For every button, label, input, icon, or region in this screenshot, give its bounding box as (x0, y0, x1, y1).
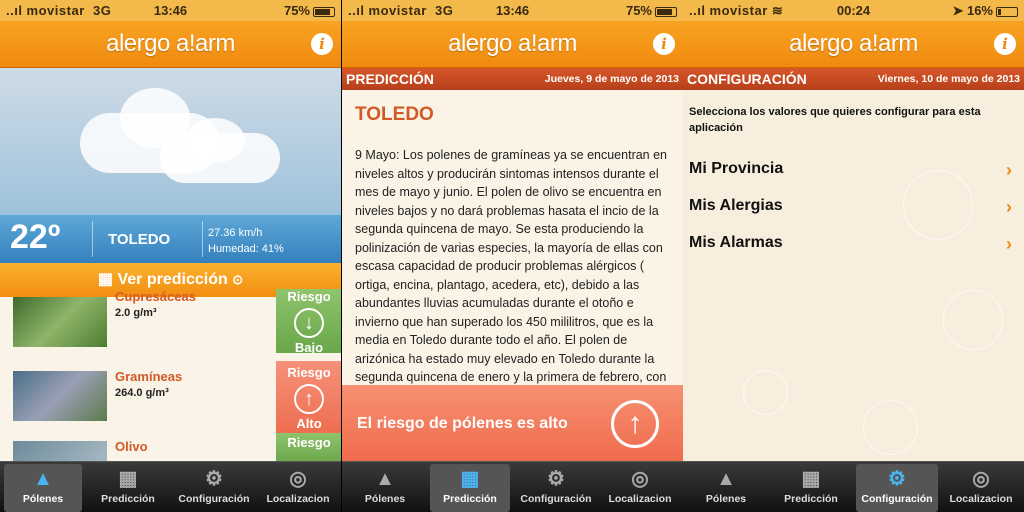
gears-icon: ⚙ (888, 468, 906, 490)
battery-icon (313, 6, 335, 17)
status-bar: ..ıl movistar 3G 13:46 75% (0, 0, 341, 21)
battery: ➤ 16% (952, 3, 1018, 19)
risk-badge-high: Riesgo ↑ Alto (276, 361, 341, 433)
status-bar: ..ıl movistar ≋ 00:24 ➤ 16% (683, 0, 1024, 21)
tab-bar: ▲ Pólenes ▦ Predicción ⚙ Configuración ◎ Loc… (0, 461, 341, 512)
alert-logo-icon: ▲ (33, 468, 53, 490)
tab-localizacion[interactable]: ◎ Localizacion (600, 464, 680, 512)
app-title: alergo a!arm (448, 30, 577, 57)
pollen-list: Cupresáceas 2.0 g/m³ Riesgo ↓ Bajo Gramí… (0, 289, 341, 463)
screen-configuracion: ..ıl movistar ≋ 00:24 ➤ 16% alergo a!arm… (683, 0, 1024, 512)
tab-configuracion[interactable]: ⚙ Configuración (856, 464, 938, 512)
calendar-icon: ▦ (801, 468, 821, 490)
weather-bar: 22º TOLEDO 27.36 km/h Humedad: 41% (0, 215, 341, 263)
app-title: alergo a!arm (789, 30, 918, 57)
info-icon[interactable]: i (653, 33, 675, 55)
section-title: CONFIGURACIÓN (687, 71, 807, 87)
section-date: Viernes, 10 de mayo de 2013 (877, 73, 1020, 85)
risk-label: Riesgo (287, 435, 331, 450)
tab-polenes[interactable]: ▲ Pólenes (687, 464, 765, 512)
gears-icon: ⚙ (547, 468, 565, 490)
prediction-text: 9 Mayo: Los polenes de gramíneas ya se e… (355, 148, 668, 421)
arrow-circle-icon: ⊙ (232, 272, 244, 287)
status-bar: ..ıl movistar 3G 13:46 75% (342, 0, 683, 21)
wind-speed: 27.36 km/h (208, 227, 263, 239)
risk-summary-bar: El riesgo de pólenes es alto ↑ (342, 385, 683, 462)
arrow-up-icon: ↑ (294, 384, 324, 414)
arrow-up-icon: ↑ (611, 400, 659, 448)
app-title: alergo a!arm (106, 30, 235, 57)
screen-prediccion: ..ıl movistar 3G 13:46 75% alergo a!arm … (342, 0, 683, 512)
tab-configuracion[interactable]: ⚙ Configuración (172, 464, 256, 512)
section-header: PREDICCIÓN Jueves, 9 de mayo de 2013 (342, 68, 683, 90)
screen-polenes: ..ıl movistar 3G 13:46 75% alergo a!arm … (0, 0, 341, 512)
gears-icon: ⚙ (205, 468, 223, 490)
section-date: Jueves, 9 de mayo de 2013 (544, 73, 679, 85)
olivo-image (13, 441, 107, 461)
location-arrow-icon: ➤ (952, 3, 964, 18)
risk-label: Riesgo (287, 289, 331, 304)
prediction-panel: TOLEDO 9 Mayo: Los polenes de gramíneas … (342, 90, 683, 421)
pollen-value: 264.0 g/m³ (115, 387, 169, 399)
pollen-name: Olivo (115, 439, 148, 454)
target-icon: ◎ (289, 468, 307, 490)
temperature: 22º (10, 218, 61, 256)
alert-logo-icon: ▲ (375, 468, 395, 490)
config-item-alergias[interactable]: Mis Alergias › (689, 197, 1016, 227)
pollen-name: Gramíneas (115, 369, 183, 384)
risk-level: Alto (296, 416, 322, 431)
humidity: Humedad: 41% (208, 243, 284, 255)
section-header: CONFIGURACIÓN Viernes, 10 de mayo de 201… (683, 68, 1024, 90)
target-icon: ◎ (972, 468, 990, 490)
list-item[interactable]: Gramíneas 264.0 g/m³ Riesgo ↑ Alto (0, 361, 341, 433)
pollen-value: 2.0 g/m³ (115, 307, 157, 319)
weather-sky (0, 68, 341, 215)
alert-logo-icon: ▲ (716, 468, 736, 490)
chevron-right-icon: › (1006, 234, 1012, 254)
tab-prediccion[interactable]: ▦ Predicción (86, 464, 170, 512)
tab-localizacion[interactable]: ◎ Localizacion (258, 464, 338, 512)
calendar-icon: ▦ (118, 468, 138, 490)
battery-icon (655, 6, 677, 17)
tab-configuracion[interactable]: ⚙ Configuración (514, 464, 598, 512)
info-icon[interactable]: i (311, 33, 333, 55)
city-title: TOLEDO (355, 104, 434, 125)
risk-summary-text: El riesgo de pólenes es alto (357, 415, 568, 432)
config-item-provincia[interactable]: Mi Provincia › (689, 160, 1016, 190)
calendar-icon: ▦ (460, 468, 480, 490)
tab-bar: ▲ Pólenes ▦ Predicción ⚙ Configuración ◎ Loc… (342, 461, 683, 512)
chevron-right-icon: › (1006, 197, 1012, 217)
tab-prediccion[interactable]: ▦ Predicción (430, 464, 510, 512)
calendar-icon: ▦ (97, 271, 114, 288)
nav-bar: alergo a!arm i (683, 21, 1024, 68)
risk-label: Riesgo (287, 365, 331, 380)
wind-humidity: 27.36 km/h Humedad: 41% (208, 225, 284, 257)
risk-badge-low: Riesgo ↓ Bajo (276, 289, 341, 355)
tab-prediccion[interactable]: ▦ Predicción (769, 464, 853, 512)
chevron-right-icon: › (1006, 160, 1012, 180)
pollen-name: Cupresáceas (115, 289, 196, 304)
battery: 75% (284, 3, 335, 18)
arrow-down-icon: ↓ (294, 308, 324, 338)
risk-level: Bajo (294, 340, 324, 355)
battery: 75% (626, 3, 677, 18)
risk-badge-low: Riesgo (276, 433, 341, 463)
config-intro: Selecciona los valores que quieres confi… (689, 106, 981, 134)
nav-bar: alergo a!arm i (342, 21, 683, 68)
nav-bar: alergo a!arm i (0, 21, 341, 68)
cupresaceas-image (13, 297, 107, 347)
list-item[interactable]: Cupresáceas 2.0 g/m³ Riesgo ↓ Bajo (0, 289, 341, 361)
config-item-alarmas[interactable]: Mis Alarmas › (689, 234, 1016, 264)
section-title: PREDICCIÓN (346, 71, 434, 87)
info-icon[interactable]: i (994, 33, 1016, 55)
tab-polenes[interactable]: ▲ Pólenes (346, 464, 424, 512)
battery-icon (996, 6, 1018, 17)
tab-polenes[interactable]: ▲ Pólenes (4, 464, 82, 512)
city-name: TOLEDO (108, 231, 171, 248)
tab-localizacion[interactable]: ◎ Localizacion (941, 464, 1021, 512)
gramineas-image (13, 371, 107, 421)
tab-bar: ▲ Pólenes ▦ Predicción ⚙ Configuración ◎ Loc… (683, 461, 1024, 512)
target-icon: ◎ (631, 468, 649, 490)
